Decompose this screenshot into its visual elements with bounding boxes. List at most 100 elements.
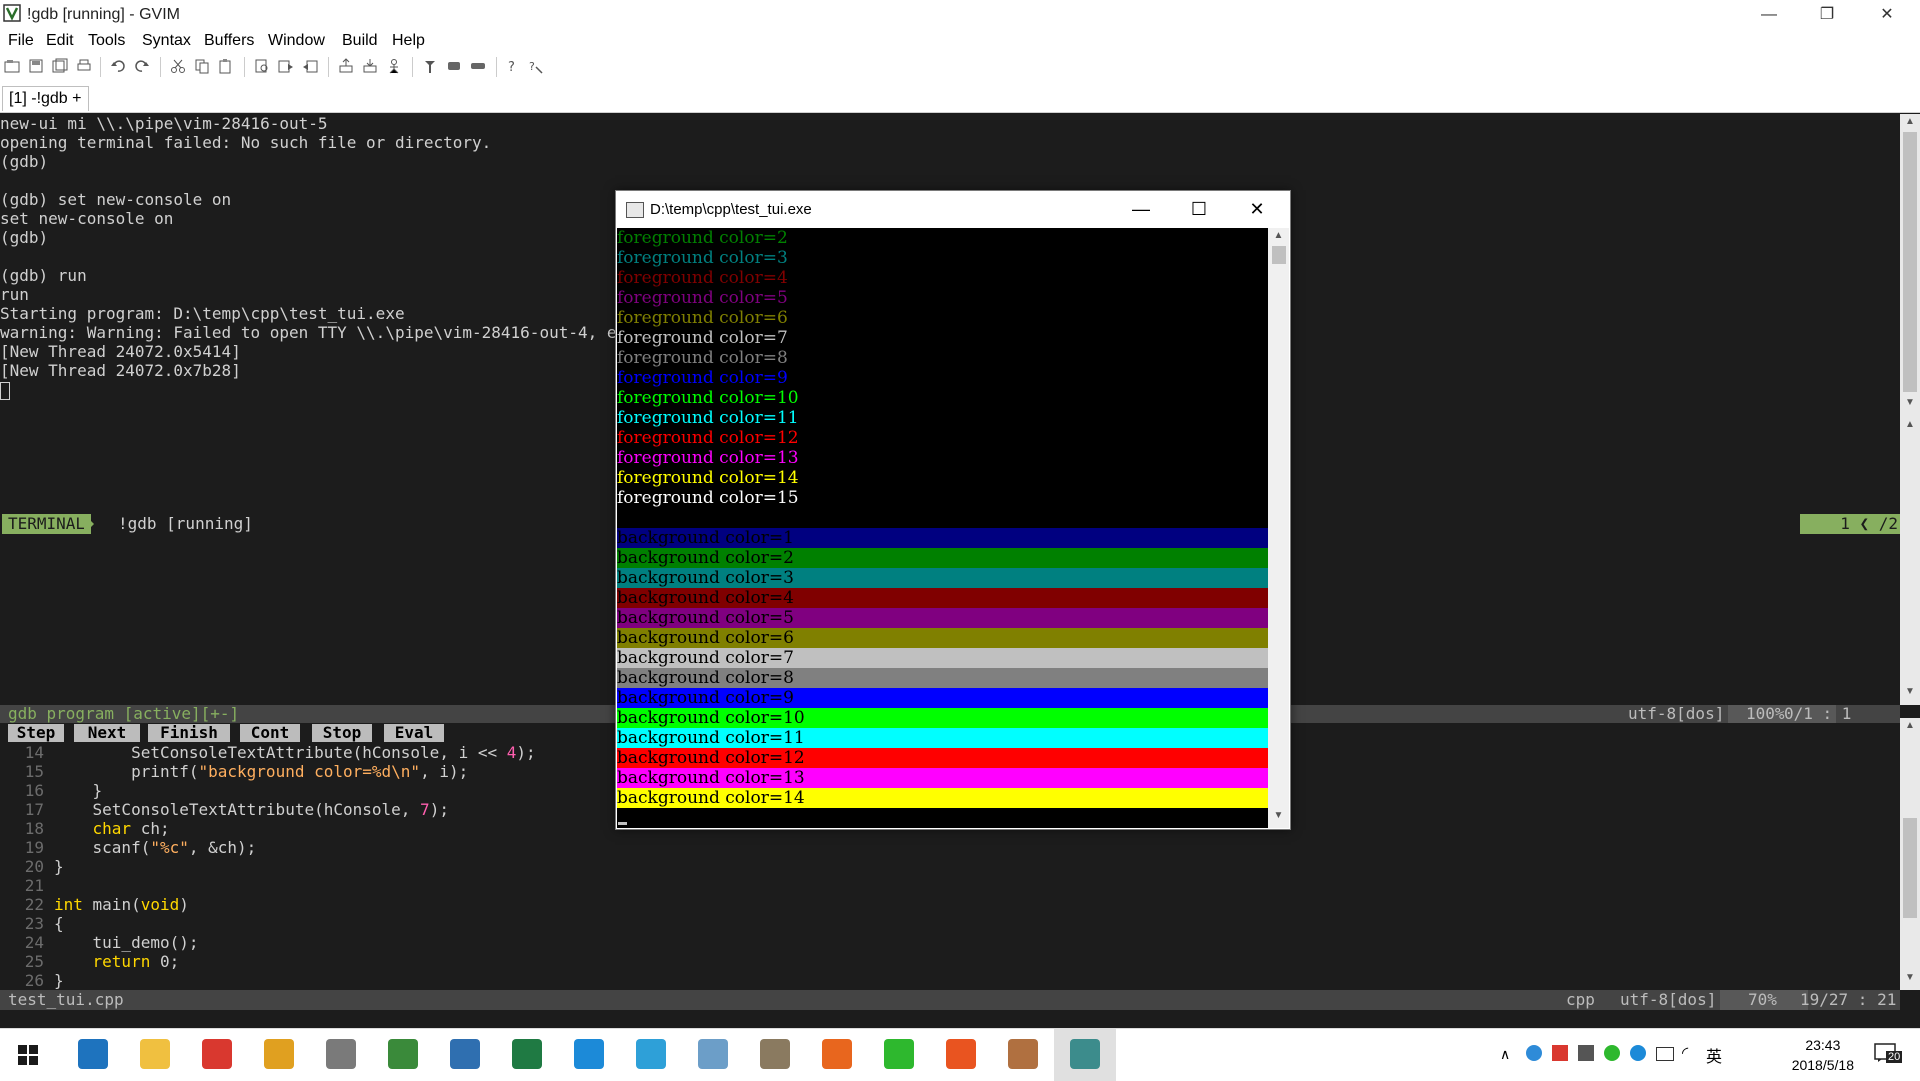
chrome-icon[interactable] <box>264 1039 294 1069</box>
menu-buffers[interactable]: Buffers <box>204 32 254 50</box>
position-label: 19/27 : 21 <box>1800 990 1897 1009</box>
console-output: foreground color=2 foreground color=3 fore… <box>617 228 1268 828</box>
undo-icon[interactable] <box>110 58 126 74</box>
next-button[interactable]: Next <box>74 724 140 742</box>
app-gray-icon[interactable] <box>326 1039 356 1069</box>
console-window[interactable]: D:\temp\cpp\test_tui.exe — ☐ ✕ foregroun… <box>615 190 1291 830</box>
open-icon[interactable] <box>4 58 20 74</box>
tray-app-icon[interactable] <box>1552 1045 1568 1061</box>
notification-center-button[interactable]: 20 <box>1874 1041 1910 1069</box>
tray-chevron-icon[interactable]: ∧ <box>1500 1046 1510 1063</box>
tray-telegram-icon[interactable] <box>1526 1045 1542 1061</box>
find-help-icon[interactable]: ? <box>528 58 544 74</box>
menu-tools[interactable]: Tools <box>88 32 125 50</box>
help-icon[interactable]: ? <box>504 58 520 74</box>
paste-icon[interactable] <box>218 58 234 74</box>
feather-icon[interactable] <box>574 1039 604 1069</box>
console-title: D:\temp\cpp\test_tui.exe <box>650 201 812 218</box>
copy-icon[interactable] <box>194 58 210 74</box>
tray-book-icon[interactable] <box>1578 1045 1594 1061</box>
firefox-icon[interactable] <box>822 1039 852 1069</box>
explorer-icon[interactable] <box>140 1039 170 1069</box>
terminal-line: [New Thread 24072.0x5414] <box>0 342 241 361</box>
scroll-thumb[interactable] <box>1903 818 1917 918</box>
console-close-button[interactable]: ✕ <box>1228 191 1286 228</box>
scroll-down-icon[interactable]: ▼ <box>1900 972 1920 988</box>
scroll-up-icon[interactable]: ▲ <box>1900 720 1920 736</box>
excel-icon[interactable] <box>512 1039 542 1069</box>
console-maximize-button[interactable]: ☐ <box>1170 191 1228 228</box>
wifi-icon[interactable]: ◜ <box>1682 1043 1688 1063</box>
load-session-icon[interactable] <box>338 58 354 74</box>
restore-button[interactable]: ❐ <box>1798 0 1856 30</box>
source-line: 21 <box>24 876 44 895</box>
menu-window[interactable]: Window <box>268 32 325 50</box>
tray-wechat-icon[interactable] <box>1604 1045 1620 1061</box>
console-bg-row: background color=9 <box>617 688 1268 708</box>
console-scrollbar[interactable]: ▲ ▼ <box>1268 228 1289 828</box>
print-icon[interactable] <box>76 58 92 74</box>
terminal-line: Starting program: D:\temp\cpp\test_tui.e… <box>0 304 405 323</box>
terminal-scrollbar[interactable]: ▲ ▼ ▲ ▼ <box>1900 114 1920 705</box>
save-all-icon[interactable] <box>52 58 68 74</box>
stop-button[interactable]: Stop <box>312 724 372 742</box>
book-icon[interactable] <box>760 1039 790 1069</box>
minimize-button[interactable]: — <box>1740 0 1798 30</box>
wechat-icon[interactable] <box>884 1039 914 1069</box>
run-script-icon[interactable] <box>386 58 402 74</box>
scroll-down-icon[interactable]: ▼ <box>1900 397 1920 413</box>
console-bg-row: background color=8 <box>617 668 1268 688</box>
source-scrollbar[interactable]: ▲ ▼ <box>1900 718 1920 990</box>
redo-icon[interactable] <box>134 58 150 74</box>
console-fg-row: foreground color=15 <box>617 488 799 508</box>
tab-gdb[interactable]: [1] -!gdb + <box>2 86 89 111</box>
scroll-thumb[interactable] <box>1903 132 1917 392</box>
menu-build[interactable]: Build <box>342 32 378 50</box>
menu-edit[interactable]: Edit <box>46 32 74 50</box>
app-red-icon[interactable] <box>202 1039 232 1069</box>
console-bg-row: background color=1 <box>617 528 1268 548</box>
scroll-up-icon[interactable]: ▲ <box>1900 419 1920 435</box>
cut-icon[interactable] <box>170 58 186 74</box>
app-blue-icon[interactable] <box>698 1039 728 1069</box>
command-line[interactable] <box>0 1010 1920 1028</box>
console-bg-row: background color=11 <box>617 728 1268 748</box>
scroll-down-icon[interactable]: ▼ <box>1900 686 1920 702</box>
shell-icon[interactable] <box>446 58 462 74</box>
make-icon[interactable] <box>422 58 438 74</box>
find-prev-icon[interactable] <box>302 58 318 74</box>
console-app-icon[interactable] <box>1070 1039 1100 1069</box>
gvim-icon[interactable] <box>388 1039 418 1069</box>
battery-icon[interactable] <box>1656 1047 1674 1061</box>
console-minimize-button[interactable]: — <box>1112 191 1170 228</box>
percent-label: 70% <box>1720 990 1808 1010</box>
eval-button[interactable]: Eval <box>384 724 444 742</box>
scroll-up-icon[interactable]: ▲ <box>1900 116 1920 132</box>
notebook-icon[interactable] <box>450 1039 480 1069</box>
scroll-thumb[interactable] <box>1272 246 1286 264</box>
find-replace-icon[interactable] <box>254 58 270 74</box>
console-fg-row: foreground color=12 <box>617 428 799 448</box>
ime-indicator[interactable]: 英 <box>1706 1043 1722 1067</box>
find-next-icon[interactable] <box>278 58 294 74</box>
step-button[interactable]: Step <box>8 724 64 742</box>
encoding-label: utf-8[dos] <box>1628 704 1725 723</box>
finish-button[interactable]: Finish <box>148 724 230 742</box>
save-session-icon[interactable] <box>362 58 378 74</box>
menu-help[interactable]: Help <box>392 32 425 50</box>
scroll-down-icon[interactable]: ▼ <box>1268 810 1289 826</box>
start-icon[interactable] <box>18 1045 38 1065</box>
ctags-icon[interactable] <box>470 58 486 74</box>
menu-file[interactable]: File <box>8 32 34 50</box>
telegram-icon[interactable] <box>636 1039 666 1069</box>
save-icon[interactable] <box>28 58 44 74</box>
clock[interactable]: 23:43 2018/5/18 <box>1792 1035 1854 1075</box>
edge-icon[interactable] <box>78 1039 108 1069</box>
close-button[interactable]: ✕ <box>1858 0 1916 30</box>
ubuntu-icon[interactable] <box>946 1039 976 1069</box>
menu-syntax[interactable]: Syntax <box>142 32 191 50</box>
tray-feather-icon[interactable] <box>1630 1045 1646 1061</box>
paint-icon[interactable] <box>1008 1039 1038 1069</box>
cont-button[interactable]: Cont <box>240 724 300 742</box>
scroll-up-icon[interactable]: ▲ <box>1268 230 1289 246</box>
